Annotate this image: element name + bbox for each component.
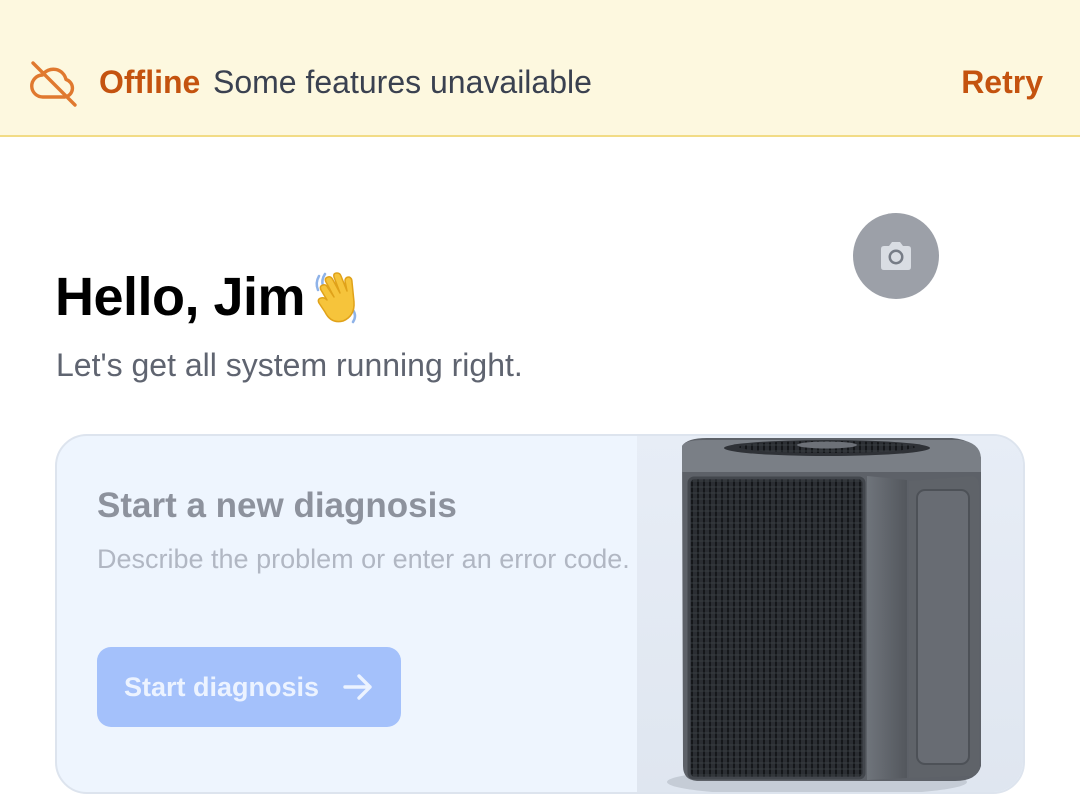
greeting-subtitle: Let's get all system running right. [56,347,523,383]
waving-hand-icon [315,272,357,324]
card-description: Describe the problem or enter an error c… [97,544,630,574]
diagnosis-card[interactable]: Start a new diagnosis Describe the probl… [55,434,1025,794]
air-conditioner-illustration [667,438,981,792]
retry-button[interactable]: Retry [961,64,1043,101]
start-diagnosis-label: Start diagnosis [124,671,320,702]
greeting-title: Hello, Jim [55,267,306,327]
camera-button[interactable] [853,213,939,299]
card-title: Start a new diagnosis [97,486,457,525]
cloud-off-icon [30,61,77,107]
ac-unit-image [637,436,1023,792]
greeting: Hello, Jim [55,266,369,328]
offline-status-label: Offline [99,64,201,100]
arrow-right-icon [343,674,372,700]
start-diagnosis-button[interactable]: Start diagnosis [97,647,401,727]
offline-banner: Offline Some features unavailable Retry [0,0,1080,137]
offline-message: Some features unavailable [213,64,592,100]
camera-icon [881,242,911,270]
